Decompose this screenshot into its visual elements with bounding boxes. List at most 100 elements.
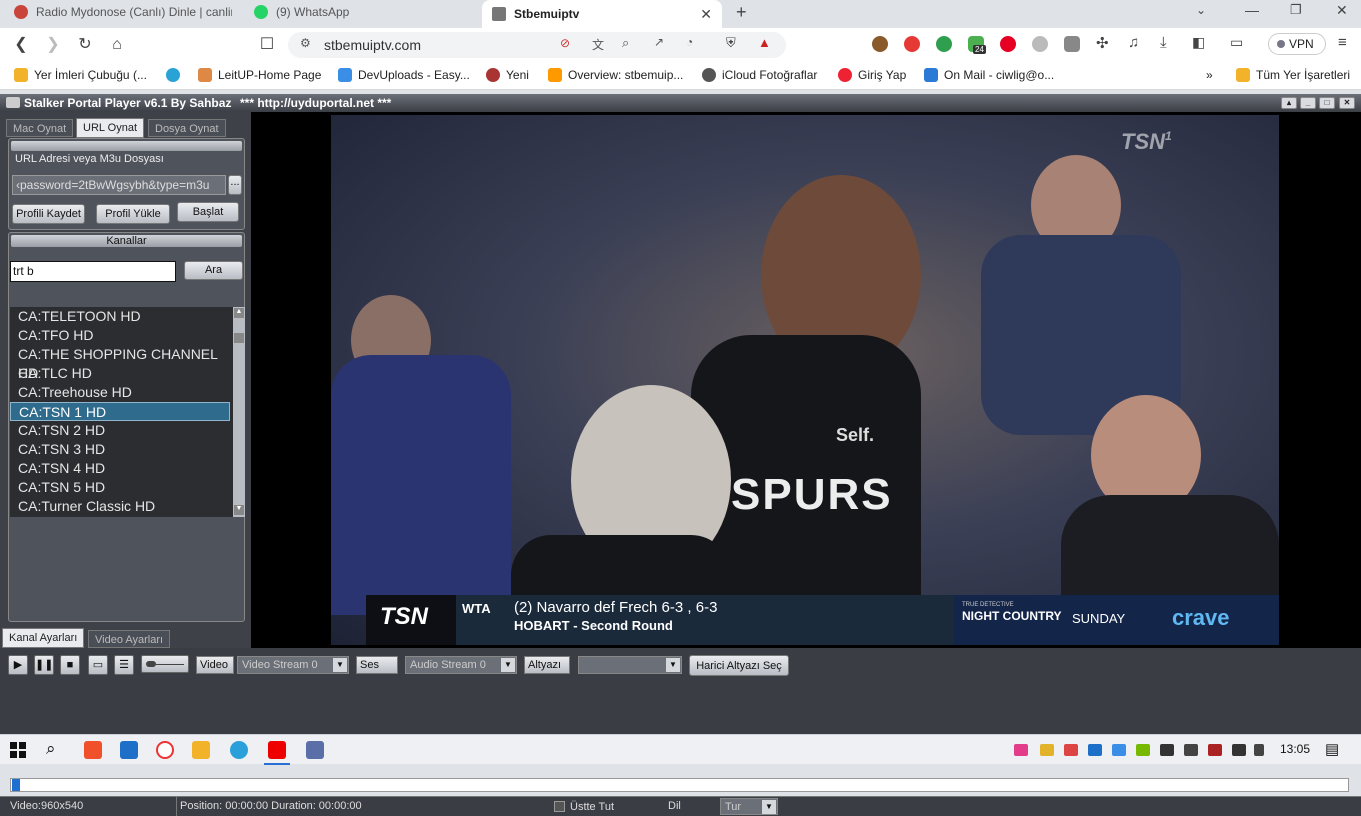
share-icon[interactable]: ↗ xyxy=(654,35,664,49)
windows-start-icon[interactable] xyxy=(10,742,26,758)
channel-item[interactable]: CA:TLC HD xyxy=(10,364,230,383)
outlook-taskbar-icon[interactable] xyxy=(120,741,138,759)
channel-scrollbar[interactable]: ▲ ▼ xyxy=(233,307,245,517)
volume-thumb[interactable] xyxy=(146,661,156,667)
bookmark-item[interactable]: Yeni xyxy=(486,68,529,82)
rss-icon[interactable]: ◔ xyxy=(686,35,693,49)
app-minimize-icon[interactable]: _ xyxy=(1300,97,1316,109)
app-maximize-icon[interactable]: □ xyxy=(1319,97,1335,109)
app-close-icon[interactable]: ✕ xyxy=(1339,97,1355,109)
channel-item[interactable]: CA:TSN 3 HD xyxy=(10,440,230,459)
language-select[interactable]: Tur ▼ xyxy=(720,798,778,815)
tab-mac-oynat[interactable]: Mac Oynat xyxy=(6,119,74,137)
shield-icon[interactable]: ⛨ xyxy=(726,35,736,51)
download-icon[interactable]: ⤓ xyxy=(1160,34,1167,51)
channel-item[interactable]: CA:Treehouse HD xyxy=(10,383,230,402)
channel-item[interactable]: CA:TSN 5 HD xyxy=(10,478,230,497)
bookmark-item[interactable]: DevUploads - Easy... xyxy=(338,68,470,82)
tray-app-icon[interactable] xyxy=(1064,744,1078,756)
shield-tray-icon[interactable] xyxy=(1040,744,1054,756)
vpn-button[interactable]: VPN xyxy=(1268,33,1326,55)
tab-dosya-oynat[interactable]: Dosya Oynat xyxy=(148,119,226,137)
home-icon[interactable]: ⌂ xyxy=(106,34,128,56)
network-tray-icon[interactable] xyxy=(1184,744,1198,756)
zoom-icon[interactable]: ⌕ xyxy=(622,35,629,51)
video-stream-select[interactable]: Video Stream 0 ▼ xyxy=(237,656,349,674)
opera-taskbar-icon[interactable] xyxy=(156,741,174,759)
close-window-icon[interactable]: ✕ xyxy=(1336,2,1348,19)
start-button[interactable]: Başlat xyxy=(177,202,239,222)
pinterest-icon[interactable] xyxy=(1000,36,1016,52)
address-bar[interactable]: ⚙ stbemuiptv.com ⊘ 文 ⌕ ↗ ◔ ⛨ ▲ xyxy=(288,32,786,58)
menu-icon[interactable]: ≡ xyxy=(1338,34,1347,51)
tab-stbemuiptv[interactable]: Stbemuiptv ✕ xyxy=(482,0,722,28)
moon-extension-icon[interactable] xyxy=(1032,36,1048,52)
new-tab-icon[interactable]: + xyxy=(736,2,747,23)
save-profile-button[interactable]: Profili Kaydet xyxy=(12,204,85,224)
seek-thumb[interactable] xyxy=(12,779,20,791)
more-bookmarks-icon[interactable]: » xyxy=(1206,68,1213,82)
channel-item[interactable]: CA:TELETOON HD xyxy=(10,307,230,326)
bookmark-item[interactable]: Giriş Yap xyxy=(838,68,906,82)
all-bookmarks[interactable]: Tüm Yer İşaretleri xyxy=(1236,68,1350,82)
channel-item[interactable]: CA:TFO HD xyxy=(10,326,230,345)
bookmark-page-icon[interactable]: ☐ xyxy=(256,34,278,56)
volume-slider[interactable] xyxy=(141,655,189,673)
external-subtitle-button[interactable]: Harici Altyazı Seç xyxy=(689,655,789,676)
fullscreen-icon[interactable]: ▭ xyxy=(88,655,108,675)
volume-tray-icon[interactable] xyxy=(1254,744,1264,756)
scroll-down-icon[interactable]: ▼ xyxy=(234,505,244,515)
chess-extension-icon[interactable] xyxy=(1064,36,1080,52)
subtitle-select[interactable]: ▼ xyxy=(578,656,682,674)
bookmark-folder[interactable]: Yer İmleri Çubuğu (... xyxy=(14,68,147,82)
load-profile-button[interactable]: Profil Yükle xyxy=(96,204,170,224)
telegram-taskbar-icon[interactable] xyxy=(230,741,248,759)
pause-icon[interactable]: ❚❚ xyxy=(34,655,54,675)
music-icon[interactable]: ♫ xyxy=(1128,34,1139,51)
bookmark-item[interactable]: Overview: stbemuip... xyxy=(548,68,683,82)
playlist-icon[interactable]: ☰ xyxy=(114,655,134,675)
outlook-tray-icon[interactable] xyxy=(1088,744,1102,756)
restore-window-icon[interactable]: ❐ xyxy=(1290,2,1302,18)
bookmark-item[interactable]: On Mail - ciwlig@o... xyxy=(924,68,1054,82)
channel-item[interactable]: CA:TSN 2 HD xyxy=(10,421,230,440)
display-tray-icon[interactable] xyxy=(1160,744,1174,756)
wallet-icon[interactable]: ▭ xyxy=(1230,34,1243,51)
browse-button[interactable]: ... xyxy=(228,175,242,195)
tracking-icon[interactable]: ⊘ xyxy=(560,36,570,50)
channel-search-input[interactable]: trt b xyxy=(10,261,176,282)
tab-video-ayarlari[interactable]: Video Ayarları xyxy=(88,630,171,648)
brave-taskbar-icon[interactable] xyxy=(84,741,102,759)
scroll-thumb[interactable] xyxy=(234,333,244,343)
bookmark-item[interactable]: LeitUP-Home Page xyxy=(198,68,321,82)
minimize-window-icon[interactable]: — xyxy=(1245,2,1259,18)
keep-on-top-checkbox[interactable] xyxy=(554,801,565,812)
play-icon[interactable]: ▶ xyxy=(8,655,28,675)
audio-stream-select[interactable]: Audio Stream 0 ▼ xyxy=(405,656,517,674)
reload-icon[interactable]: ↻ xyxy=(74,34,96,56)
forward-icon[interactable]: ❯ xyxy=(42,34,64,56)
bookmark-item[interactable]: iCloud Fotoğraflar xyxy=(702,68,817,82)
translate-icon[interactable]: 文 xyxy=(592,36,604,53)
channel-item[interactable]: CA:TSN 4 HD xyxy=(10,459,230,478)
tray-app-icon[interactable] xyxy=(1232,744,1246,756)
close-tab-icon[interactable]: ✕ xyxy=(700,6,712,23)
tray-app-icon[interactable] xyxy=(1112,744,1126,756)
player-taskbar-icon[interactable] xyxy=(268,741,286,759)
cookie-extension-icon[interactable] xyxy=(872,36,888,52)
tray-app-icon[interactable] xyxy=(1208,744,1222,756)
tab-radio[interactable]: Radio Mydonose (Canlı) Dinle | canlira xyxy=(4,0,242,24)
search-button[interactable]: Ara xyxy=(184,261,243,280)
back-icon[interactable]: ❮ xyxy=(10,34,32,56)
triangle-logo-icon[interactable]: ▲ xyxy=(758,35,771,50)
tab-url-oynat[interactable]: URL Oynat xyxy=(76,118,145,138)
url-input[interactable]: ‹password=2tBwWgsybh&type=m3u xyxy=(12,175,226,195)
tab-kanal-ayarlari[interactable]: Kanal Ayarları xyxy=(2,628,85,648)
clock[interactable]: 13:05 xyxy=(1280,742,1310,756)
nvidia-tray-icon[interactable] xyxy=(1136,744,1150,756)
video-area[interactable]: SPURS Self. TSN1 TSN WTA (2) Navarro def… xyxy=(251,112,1361,648)
tab-whatsapp[interactable]: (9) WhatsApp xyxy=(244,0,480,24)
tab-search-chevron-icon[interactable]: ⌄ xyxy=(1196,3,1206,17)
green-extension-icon[interactable] xyxy=(936,36,952,52)
site-info-icon[interactable]: ⚙ xyxy=(300,36,311,50)
